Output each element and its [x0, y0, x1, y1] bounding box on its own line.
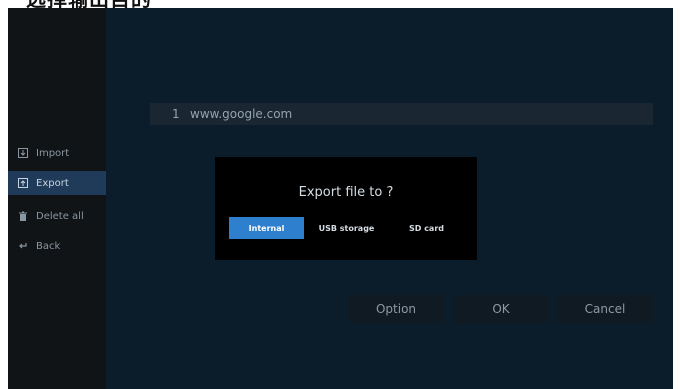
- option-button[interactable]: Option: [348, 295, 444, 323]
- trash-icon: [18, 211, 28, 221]
- top-strip: 选择输出目的: [0, 0, 681, 8]
- sidebar-item-export[interactable]: Export: [8, 171, 106, 195]
- sidebar: Import Export Delete all Back: [8, 8, 106, 389]
- option-internal[interactable]: Internal: [229, 217, 304, 239]
- option-usb-storage[interactable]: USB storage: [309, 217, 384, 239]
- export-icon: [18, 178, 28, 188]
- cancel-button[interactable]: Cancel: [557, 295, 653, 323]
- main-panel: 1 www.google.com Export file to ? Intern…: [106, 8, 673, 389]
- sidebar-item-label: Export: [36, 177, 69, 189]
- sidebar-item-import[interactable]: Import: [8, 141, 106, 165]
- export-dialog: Export file to ? Internal USB storage SD…: [215, 157, 477, 260]
- list-item[interactable]: 1 www.google.com: [150, 103, 653, 125]
- back-icon: [18, 241, 28, 251]
- sidebar-item-label: Back: [36, 240, 61, 252]
- page-heading: 选择输出目的: [26, 0, 152, 8]
- option-sd-card[interactable]: SD card: [389, 217, 464, 239]
- sidebar-item-delete-all[interactable]: Delete all: [8, 204, 106, 228]
- import-icon: [18, 148, 28, 158]
- sidebar-item-label: Delete all: [36, 210, 84, 222]
- row-index: 1: [172, 107, 180, 121]
- ok-button[interactable]: OK: [453, 295, 549, 323]
- sidebar-item-label: Import: [36, 147, 70, 159]
- dialog-title: Export file to ?: [298, 185, 394, 200]
- app-screen: Import Export Delete all Back 1 www.goog…: [8, 8, 673, 389]
- row-url: www.google.com: [190, 107, 293, 121]
- sidebar-item-back[interactable]: Back: [8, 234, 106, 258]
